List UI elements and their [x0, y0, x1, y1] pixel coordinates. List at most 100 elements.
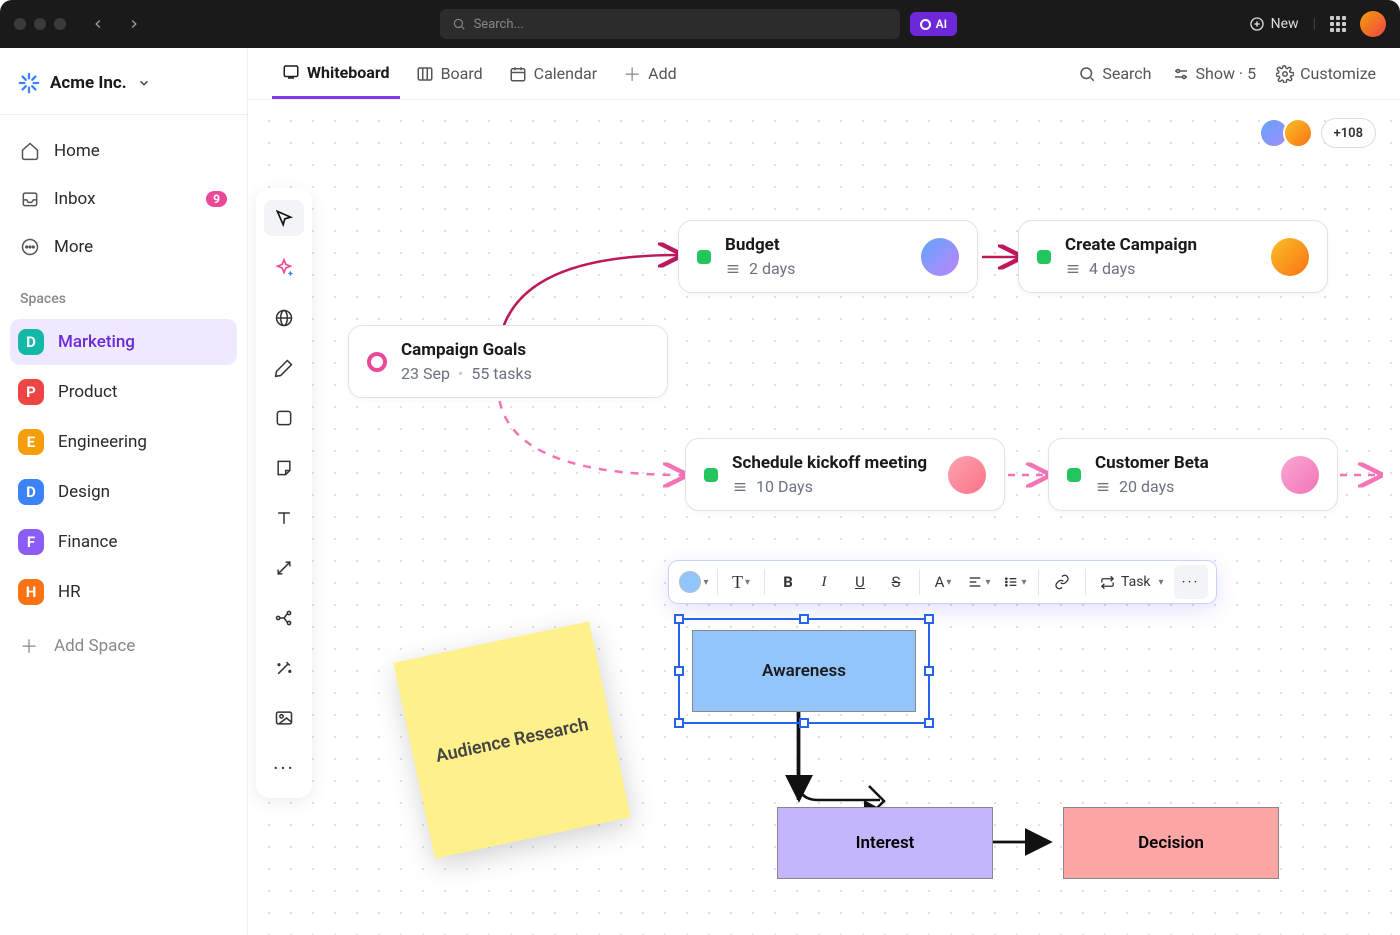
align-button[interactable]: ▾	[962, 565, 996, 599]
link-button[interactable]	[1045, 565, 1079, 599]
presence-avatar[interactable]	[1283, 118, 1313, 148]
space-engineering[interactable]: EEngineering	[10, 419, 237, 465]
forward-button[interactable]	[120, 10, 148, 38]
space-product[interactable]: PProduct	[10, 369, 237, 415]
strikethrough-button[interactable]: S	[879, 565, 913, 599]
chevron-down-icon	[137, 76, 151, 90]
view-show-button[interactable]: Show · 5	[1172, 64, 1257, 83]
add-space-button[interactable]: ＋Add Space	[10, 619, 237, 673]
space-hr[interactable]: HHR	[10, 569, 237, 615]
fill-color-button[interactable]: ▾	[677, 565, 711, 599]
presence-overflow[interactable]: +108	[1321, 118, 1376, 148]
workspace-switcher[interactable]: Acme Inc.	[10, 60, 237, 106]
more-icon	[20, 237, 40, 257]
card-create-campaign[interactable]: Create Campaign 4 days	[1018, 220, 1328, 293]
more-format-button[interactable]: ···	[1174, 565, 1208, 599]
window-traffic-lights	[14, 18, 66, 30]
title-bar: Search... AI New |	[0, 0, 1400, 48]
underline-button[interactable]: U	[843, 565, 877, 599]
calendar-icon	[509, 65, 527, 83]
add-view-button[interactable]: ＋Add	[613, 48, 686, 99]
space-design[interactable]: DDesign	[10, 469, 237, 515]
status-indicator	[1067, 468, 1081, 482]
tool-ai[interactable]	[264, 250, 304, 286]
space-icon: D	[18, 479, 44, 505]
ai-icon	[920, 19, 931, 30]
tool-magic[interactable]	[264, 650, 304, 686]
workspace-logo-icon	[18, 72, 40, 94]
shape-interest[interactable]: Interest	[777, 807, 993, 879]
tab-calendar[interactable]: Calendar	[499, 48, 607, 99]
sparkle-ai-icon	[273, 257, 295, 279]
space-finance[interactable]: FFinance	[10, 519, 237, 565]
assignee-avatar[interactable]	[1281, 456, 1319, 494]
user-avatar[interactable]	[1360, 11, 1386, 37]
card-campaign-goals[interactable]: Campaign Goals 23 Sep•55 tasks	[348, 325, 668, 398]
card-customer-beta[interactable]: Customer Beta 20 days	[1048, 438, 1338, 511]
connector-icon	[274, 558, 294, 578]
tab-board[interactable]: Board	[406, 48, 493, 99]
view-customize-button[interactable]: Customize	[1276, 64, 1376, 83]
back-button[interactable]	[84, 10, 112, 38]
shape-awareness[interactable]: Awareness	[692, 630, 916, 712]
tool-image[interactable]	[264, 700, 304, 736]
tool-web[interactable]	[264, 300, 304, 336]
list-button[interactable]: ▾	[998, 565, 1032, 599]
mindmap-icon	[274, 608, 294, 628]
convert-icon	[1100, 575, 1115, 590]
space-icon: F	[18, 529, 44, 555]
sticky-text: Audience Research	[434, 714, 590, 767]
card-kickoff[interactable]: Schedule kickoff meeting 10 Days	[685, 438, 1005, 511]
color-swatch-icon	[679, 571, 701, 593]
tool-shape[interactable]	[264, 400, 304, 436]
spaces-label: Spaces	[10, 273, 237, 315]
ai-button[interactable]: AI	[910, 12, 957, 36]
shape-decision[interactable]: Decision	[1063, 807, 1279, 879]
plus-icon: ＋	[623, 61, 641, 87]
card-budget[interactable]: Budget 2 days	[678, 220, 978, 293]
goal-status-icon	[367, 352, 387, 372]
convert-task-button[interactable]: Task▾	[1092, 574, 1172, 590]
space-icon: P	[18, 379, 44, 405]
view-search-button[interactable]: Search	[1078, 64, 1151, 83]
bold-button[interactable]: B	[771, 565, 805, 599]
nav-inbox[interactable]: Inbox 9	[10, 177, 237, 221]
plus-circle-icon	[1249, 16, 1265, 32]
space-icon: D	[18, 329, 44, 355]
nav-home[interactable]: Home	[10, 129, 237, 173]
text-style-button[interactable]: T▾	[724, 565, 758, 599]
wand-icon	[274, 658, 294, 678]
assignee-avatar[interactable]	[1271, 238, 1309, 276]
tool-pen[interactable]	[264, 350, 304, 386]
workspace-name: Acme Inc.	[50, 73, 127, 93]
space-marketing[interactable]: DMarketing	[10, 319, 237, 365]
italic-button[interactable]: I	[807, 565, 841, 599]
tool-text[interactable]	[264, 500, 304, 536]
whiteboard-canvas[interactable]: +108 ···	[248, 100, 1400, 935]
inbox-icon	[20, 189, 40, 209]
tool-select[interactable]	[264, 200, 304, 236]
home-icon	[20, 141, 40, 161]
status-indicator	[704, 468, 718, 482]
tool-mindmap[interactable]	[264, 600, 304, 636]
card-title: Campaign Goals	[401, 340, 532, 360]
tab-whiteboard[interactable]: Whiteboard	[272, 48, 400, 99]
tool-sticky[interactable]	[264, 450, 304, 486]
global-search[interactable]: Search...	[440, 9, 900, 39]
font-color-button[interactable]: A▾	[926, 565, 960, 599]
tool-connector[interactable]	[264, 550, 304, 586]
assignee-avatar[interactable]	[921, 238, 959, 276]
view-tabs-bar: Whiteboard Board Calendar ＋Add Search Sh…	[248, 48, 1400, 100]
tool-more[interactable]: ···	[264, 750, 304, 786]
cursor-icon	[274, 208, 294, 228]
text-icon	[274, 508, 294, 528]
apps-grid-icon[interactable]	[1330, 16, 1346, 32]
assignee-avatar[interactable]	[948, 456, 986, 494]
nav-more[interactable]: More	[10, 225, 237, 269]
list-icon	[732, 479, 748, 495]
main-area: Whiteboard Board Calendar ＋Add Search Sh…	[248, 48, 1400, 935]
new-button[interactable]: New	[1249, 16, 1299, 32]
inbox-badge: 9	[206, 191, 227, 207]
sticky-note[interactable]: Audience Research	[393, 621, 630, 858]
whiteboard-icon	[282, 63, 300, 81]
